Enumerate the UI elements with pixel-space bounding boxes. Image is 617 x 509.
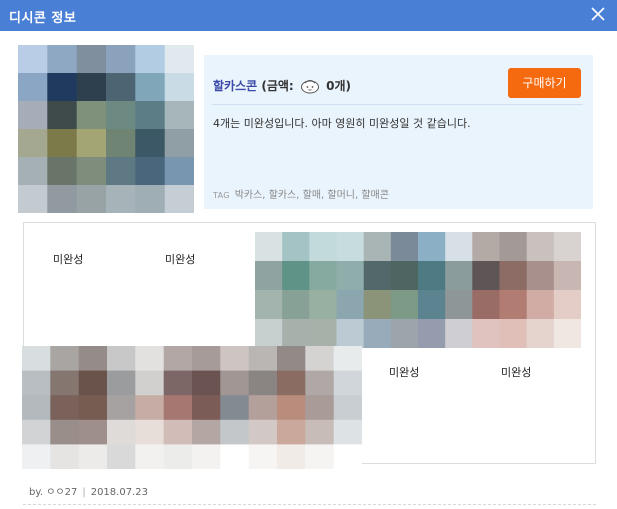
tag-label: TAG	[213, 191, 230, 200]
close-icon[interactable]	[591, 7, 605, 21]
con-info-panel: 할카스콘 (금액: 0개) 구매하기 4개는 미완성입니다. 아마 영원히 미완…	[204, 55, 593, 209]
coin-icon	[300, 80, 319, 94]
footer-meta: by. ㅇㅇ27 | 2018.07.23	[29, 483, 148, 498]
con-name: 할카스콘	[213, 79, 258, 93]
window-title: 디시콘 정보	[9, 11, 77, 26]
author: by. ㅇㅇ27	[29, 487, 78, 498]
price-prefix: (금액:	[261, 79, 294, 93]
con-description: 4개는 미완성입니다. 아마 영원히 미완성일 것 같습니다.	[213, 117, 471, 130]
date: 2018.07.23	[90, 487, 148, 498]
preview-cell-label: 미완성	[165, 253, 196, 266]
window-titlebar: 디시콘 정보	[0, 0, 617, 31]
con-thumbnail	[18, 45, 194, 213]
tag-list: 박카스, 할카스, 할매, 할머니, 할매콘	[234, 190, 389, 201]
buy-button[interactable]: 구매하기	[508, 68, 581, 98]
con-title: 할카스콘 (금액: 0개)	[213, 77, 351, 94]
preview-cell-label: 미완성	[501, 366, 532, 379]
preview-cell-label: 미완성	[53, 253, 84, 266]
preview-cell-label: 미완성	[389, 366, 420, 379]
footer-separator: |	[82, 487, 86, 498]
con-tags: TAG 박카스, 할카스, 할매, 할머니, 할매콘	[213, 186, 389, 201]
info-divider	[212, 104, 583, 105]
con-preview-grid: 미완성 미완성 미완성 미완성	[22, 222, 596, 469]
price-value: 0개)	[326, 79, 351, 93]
preview-image	[22, 346, 362, 469]
footer-divider	[23, 504, 596, 505]
preview-image	[255, 232, 581, 348]
